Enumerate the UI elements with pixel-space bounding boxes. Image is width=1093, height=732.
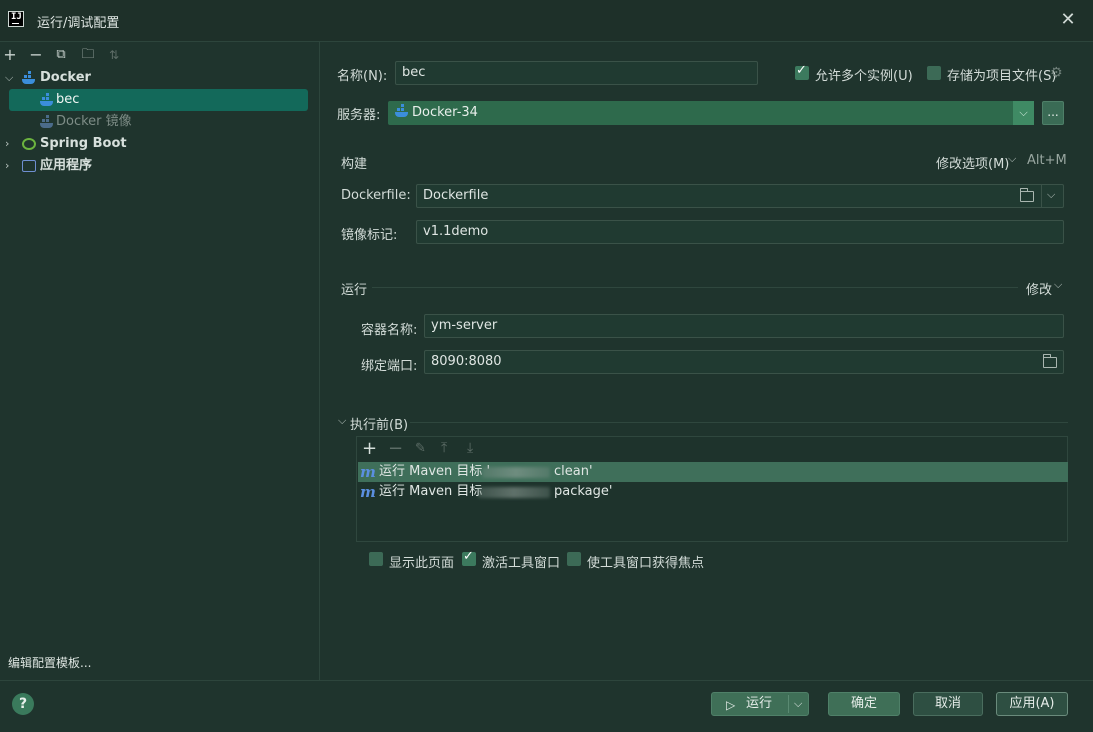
gear-icon[interactable]: ⚙ (1050, 65, 1063, 81)
run-button-label: 运行 (746, 696, 773, 711)
server-label: 服务器: (337, 108, 381, 123)
run-section-title: 运行 (341, 283, 368, 298)
chevron-down-icon[interactable]: ⌵ (338, 414, 346, 428)
show-page-label: 显示此页面 (389, 556, 455, 571)
tree-item-docker-image[interactable]: Docker 镜像 (0, 111, 320, 133)
chevron-down-icon[interactable]: ⌵ (1054, 278, 1062, 292)
modify-options-link[interactable]: 修改选项(M) (936, 153, 1009, 172)
play-icon: ▷ (726, 698, 736, 712)
task-text-prefix: 运行 Maven 目标 (379, 484, 483, 499)
divider (788, 695, 789, 713)
move-up-icon[interactable]: ⤒ (441, 440, 447, 456)
task-row[interactable]: m 运行 Maven 目标 ' clean' (358, 462, 1068, 482)
dockerfile-label: Dockerfile: (341, 188, 411, 203)
spring-boot-icon (22, 138, 36, 150)
edit-icon[interactable]: ✎ (415, 441, 426, 456)
tree-item-label: Spring Boot (40, 136, 127, 151)
tree-item-label: bec (56, 92, 80, 107)
store-as-project-label: 存储为项目文件(S) (947, 69, 1057, 84)
new-folder-icon[interactable]: 🗀 (79, 46, 97, 64)
docker-icon (40, 115, 55, 129)
sort-icon[interactable]: ⇅ (105, 46, 123, 64)
allow-multiple-checkbox[interactable] (795, 63, 809, 80)
title-bar (0, 0, 1093, 42)
name-label: 名称(N): (337, 69, 388, 84)
build-section-title: 构建 (341, 157, 368, 172)
run-modify-link[interactable]: 修改 (1026, 279, 1052, 298)
tree-item-bec[interactable]: bec (9, 89, 308, 111)
docker-icon (395, 104, 410, 122)
remove-icon[interactable]: − (27, 46, 45, 64)
divider (410, 422, 1068, 423)
tree-item-docker[interactable]: ⌵ Docker (0, 67, 320, 89)
bind-ports-input[interactable]: 8090:8080 (424, 350, 1064, 374)
server-select[interactable]: Docker-34 (388, 101, 1034, 125)
focus-tool-window-checkbox[interactable] (567, 552, 581, 566)
add-icon[interactable]: + (362, 439, 377, 459)
add-icon[interactable]: + (1, 46, 19, 64)
tree-item-label: 应用程序 (40, 158, 93, 173)
copy-icon[interactable]: ⧉ (52, 46, 70, 64)
dockerfile-input[interactable]: Dockerfile (416, 184, 1064, 208)
task-text-prefix: 运行 Maven 目标 ' (379, 464, 491, 479)
image-tag-input[interactable]: v1.1demo (416, 220, 1064, 244)
redacted-blur (482, 467, 550, 478)
application-icon (22, 160, 36, 172)
chevron-right-icon[interactable]: › (5, 155, 15, 177)
folder-icon[interactable] (1020, 188, 1034, 202)
activate-tool-window-checkbox[interactable] (462, 549, 476, 566)
help-icon[interactable]: ? (12, 693, 34, 715)
container-name-label: 容器名称: (361, 323, 418, 338)
allow-multiple-label: 允许多个实例(U) (815, 69, 913, 84)
intellij-logo-icon: IJ (8, 11, 24, 27)
task-text-suffix: clean' (554, 464, 593, 479)
chevron-down-icon[interactable]: ⌵ (794, 693, 802, 715)
container-name-input[interactable]: ym-server (424, 314, 1064, 338)
tree-item-spring-boot[interactable]: › Spring Boot (0, 133, 320, 155)
image-tag-label: 镜像标记: (341, 228, 398, 243)
name-input[interactable]: bec (395, 61, 758, 85)
store-as-project-checkbox[interactable] (927, 66, 941, 80)
chevron-down-icon[interactable]: ⌵ (1013, 101, 1034, 125)
before-launch-title[interactable]: 执行前(B) (350, 414, 408, 433)
task-text-suffix: package' (554, 484, 613, 499)
move-down-icon[interactable]: ⤓ (467, 440, 473, 456)
chevron-down-icon[interactable]: ⌵ (5, 67, 15, 89)
maven-icon: m (360, 463, 376, 481)
server-more-button[interactable]: ... (1042, 101, 1064, 125)
activate-tool-window-label: 激活工具窗口 (482, 556, 561, 571)
divider (1041, 185, 1042, 207)
remove-icon[interactable]: − (388, 439, 403, 459)
chevron-down-icon[interactable]: ⌵ (1047, 188, 1055, 202)
tree-item-label: Docker (40, 70, 91, 85)
show-page-checkbox[interactable] (369, 552, 383, 566)
docker-icon (22, 71, 37, 85)
redacted-blur (478, 487, 550, 498)
divider (372, 287, 1018, 288)
before-launch-task-list: + − ✎ ⤒ ⤓ m 运行 Maven 目标 ' clean' m 运行 Ma… (356, 436, 1068, 542)
close-icon[interactable]: ✕ (1058, 10, 1078, 30)
chevron-right-icon[interactable]: › (5, 133, 15, 155)
ok-button[interactable]: 确定 (828, 692, 900, 716)
modify-options-shortcut: Alt+M (1027, 153, 1067, 168)
task-row[interactable]: m 运行 Maven 目标 package' (358, 482, 1068, 502)
tree-item-application[interactable]: › 应用程序 (0, 155, 320, 177)
run-button[interactable]: ▷ 运行 ⌵ (711, 692, 809, 716)
maven-icon: m (360, 483, 376, 501)
focus-tool-window-label: 使工具窗口获得焦点 (587, 556, 705, 571)
configuration-tree-panel: + − ⧉ 🗀 ⇅ ⌵ Docker bec Docker 镜像 › Sprin… (0, 42, 320, 680)
window-title: 运行/调试配置 (37, 16, 120, 31)
tree-item-label: Docker 镜像 (56, 114, 132, 129)
edit-templates-link[interactable]: 编辑配置模板... (8, 654, 91, 671)
bind-ports-label: 绑定端口: (361, 359, 418, 374)
folder-icon[interactable] (1043, 354, 1057, 368)
chevron-down-icon[interactable]: ⌵ (1008, 152, 1016, 166)
apply-button[interactable]: 应用(A) (996, 692, 1068, 716)
cancel-button[interactable]: 取消 (913, 692, 983, 716)
docker-icon (40, 93, 55, 107)
